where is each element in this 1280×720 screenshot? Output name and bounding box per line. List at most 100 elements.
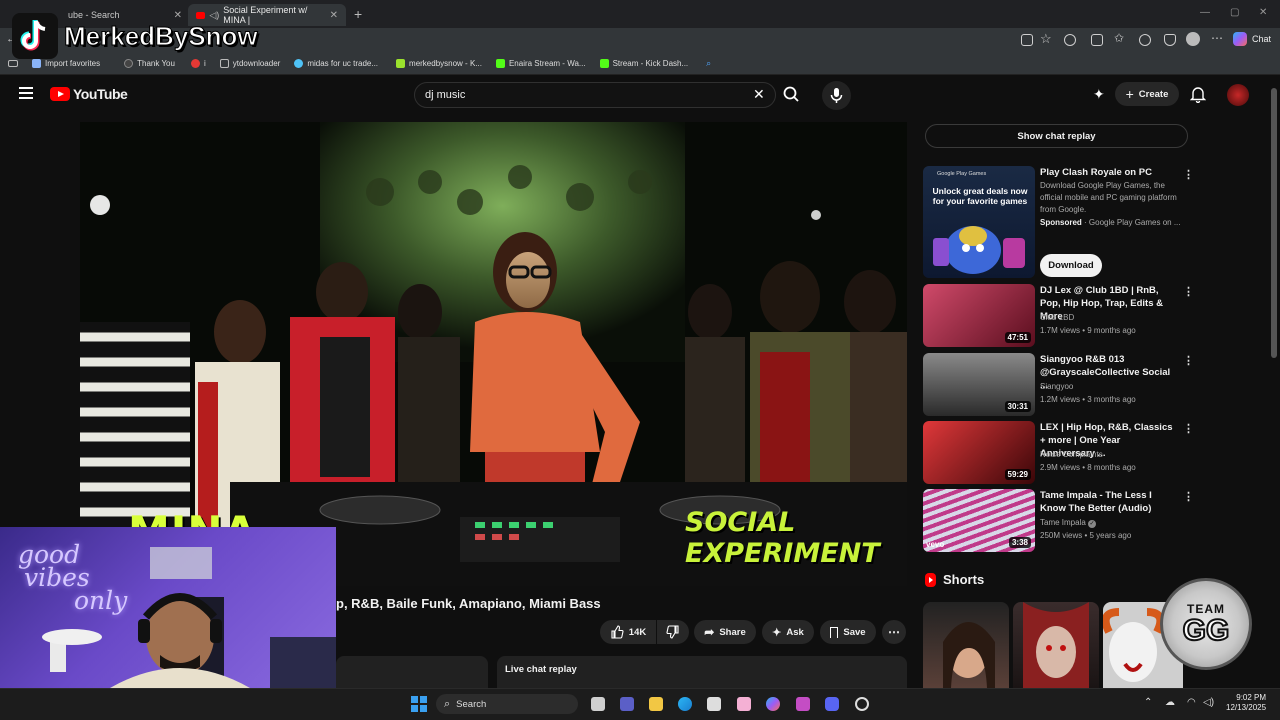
more-actions-button[interactable]: ⋯ xyxy=(882,620,906,644)
save-label: Save xyxy=(843,626,866,638)
scrollbar-thumb[interactable] xyxy=(1271,88,1277,358)
favorites-icon[interactable]: ✩ xyxy=(1114,31,1124,45)
ad-title[interactable]: Play Clash Royale on PC xyxy=(1040,166,1175,179)
reading-list-icon[interactable] xyxy=(8,60,18,67)
extensions-puzzle-icon[interactable] xyxy=(1091,34,1103,46)
channel-name: MerkedBySnow xyxy=(64,20,259,51)
channel-name[interactable]: Siangyoo xyxy=(1040,380,1180,393)
system-clock[interactable]: 9:02 PM 12/13/2025 xyxy=(1226,693,1266,713)
search-input[interactable]: dj music xyxy=(414,82,776,108)
channel-name[interactable]: Noise Complaints xyxy=(1040,448,1180,461)
maximize-icon[interactable]: ▢ xyxy=(1230,7,1239,18)
video-player[interactable]: MINA SOCIAL EXPERIMENT xyxy=(80,122,907,586)
short-thumbnail[interactable] xyxy=(1013,602,1099,688)
bookmark-item[interactable]: ytdownloader xyxy=(219,59,280,68)
ask-button[interactable]: ✦ Ask xyxy=(762,620,814,644)
teams-icon[interactable] xyxy=(620,697,634,711)
gemini-sparkle-icon[interactable]: ✦ xyxy=(1093,86,1105,103)
bookmark-save-icon xyxy=(830,626,839,638)
taskbar-search[interactable]: ⌕ Search xyxy=(436,694,578,714)
description-box[interactable] xyxy=(336,656,488,688)
recommended-video[interactable]: vevo 3:38 Tame Impala - The Less I Know … xyxy=(923,489,1263,553)
bookmark-item[interactable]: i xyxy=(190,59,206,68)
wifi-icon[interactable]: ◠ xyxy=(1187,697,1196,708)
search-icon[interactable]: ⌕ xyxy=(706,58,711,69)
microsoft-store-icon[interactable] xyxy=(707,697,721,711)
folder-icon xyxy=(219,59,229,68)
bookmark-icon xyxy=(294,59,304,68)
video-title[interactable]: Tame Impala - The Less I Know The Better… xyxy=(1040,489,1175,515)
video-thumbnail[interactable]: 59:29 xyxy=(923,421,1035,484)
ad-thumbnail[interactable]: Google Play Games Unlock great deals now… xyxy=(923,166,1035,278)
share-button[interactable]: ➦ Share xyxy=(694,620,756,644)
more-vertical-icon[interactable]: ⋮ xyxy=(1183,490,1194,503)
more-vertical-icon[interactable]: ⋮ xyxy=(1183,168,1194,181)
bookmark-icon xyxy=(124,59,134,68)
bookmark-item[interactable]: Thank You xyxy=(124,59,175,68)
badge-line-2: GG xyxy=(1182,614,1231,647)
browser-essentials-icon[interactable] xyxy=(1164,34,1176,46)
bookmark-item[interactable]: Import favorites xyxy=(32,59,100,68)
favorite-star-icon[interactable]: ☆ xyxy=(1040,31,1052,47)
profile-avatar[interactable] xyxy=(1186,32,1200,46)
page-scrollbar[interactable] xyxy=(1268,76,1280,688)
clash-royale-character-image xyxy=(933,226,1025,274)
show-chat-replay-button[interactable]: Show chat replay xyxy=(925,124,1188,148)
channel-name-row[interactable]: Tame Impala ✓ xyxy=(1040,516,1180,529)
new-tab-button[interactable]: + xyxy=(354,6,362,22)
video-overlay-text-right: SOCIAL EXPERIMENT xyxy=(685,507,880,569)
voice-search-button[interactable] xyxy=(822,81,851,110)
task-view-icon[interactable] xyxy=(591,697,605,711)
hamburger-menu-icon[interactable] xyxy=(19,87,33,99)
short-thumbnail[interactable] xyxy=(923,602,1009,688)
volume-icon[interactable]: ◁) xyxy=(1203,697,1214,708)
google-play-games-label: Google Play Games xyxy=(937,171,987,177)
channel-name[interactable]: Club 1BD xyxy=(1040,311,1180,324)
more-vertical-icon[interactable]: ⋮ xyxy=(1183,422,1194,435)
video-thumbnail[interactable]: 47:51 xyxy=(923,284,1035,347)
slack-icon[interactable] xyxy=(796,697,810,711)
chevron-up-icon[interactable]: ⌃ xyxy=(1144,697,1152,708)
copilot-icon xyxy=(1233,32,1247,46)
minimize-icon[interactable]: — xyxy=(1200,7,1210,18)
extension-icon[interactable] xyxy=(1064,34,1076,46)
split-screen-icon[interactable] xyxy=(1021,34,1033,46)
more-vertical-icon[interactable]: ⋮ xyxy=(1183,354,1194,367)
like-button[interactable]: 14K xyxy=(600,620,656,644)
file-explorer-icon[interactable] xyxy=(649,697,663,711)
edge-browser-icon[interactable] xyxy=(678,697,692,711)
more-vertical-icon[interactable]: ⋮ xyxy=(1183,285,1194,298)
save-button[interactable]: Save xyxy=(820,620,876,644)
bookmark-item[interactable]: merkedbysnow - K... xyxy=(396,59,482,68)
bookmark-item[interactable]: midas for uc trade... xyxy=(294,59,378,68)
recommended-video[interactable]: 30:31 Siangyoo R&B 013 @GrayscaleCollect… xyxy=(923,353,1263,417)
video-thumbnail[interactable]: vevo 3:38 xyxy=(923,489,1035,552)
app-icon[interactable] xyxy=(737,697,751,711)
close-icon[interactable]: ✕ xyxy=(330,10,338,21)
discord-icon[interactable] xyxy=(825,697,839,711)
recommended-video[interactable]: 47:51 DJ Lex @ Club 1BD | RnB, Pop, Hip … xyxy=(923,284,1263,348)
history-icon[interactable] xyxy=(1139,34,1151,46)
copilot-chat-button[interactable]: Chat xyxy=(1233,32,1271,46)
windows-start-icon[interactable] xyxy=(411,696,427,712)
clear-search-icon[interactable]: ✕ xyxy=(753,86,765,103)
shorts-icon xyxy=(925,572,936,587)
create-button[interactable]: + Create xyxy=(1115,82,1179,106)
dislike-button[interactable] xyxy=(657,620,689,644)
live-chat-replay-panel[interactable]: Live chat replay xyxy=(497,656,907,688)
recommended-video[interactable]: 59:29 LEX | Hip Hop, R&B, Classics + mor… xyxy=(923,421,1263,485)
bookmark-item[interactable]: Enaira Stream - Wa... xyxy=(495,59,586,68)
sponsored-ad[interactable]: Google Play Games Unlock great deals now… xyxy=(923,166,1263,281)
ad-download-button[interactable]: Download xyxy=(1040,254,1102,277)
youtube-logo[interactable]: YouTube xyxy=(50,86,128,102)
search-button[interactable] xyxy=(776,82,808,108)
more-menu-icon[interactable]: ⋯ xyxy=(1211,31,1223,45)
close-window-icon[interactable]: ✕ xyxy=(1259,7,1267,18)
app-icon[interactable] xyxy=(855,697,869,711)
account-avatar[interactable] xyxy=(1227,84,1249,106)
tray-app-icon[interactable]: ☁ xyxy=(1165,697,1175,708)
copilot-taskbar-icon[interactable] xyxy=(766,697,780,711)
video-thumbnail[interactable]: 30:31 xyxy=(923,353,1035,416)
notifications-bell-icon[interactable] xyxy=(1189,85,1207,108)
bookmark-item[interactable]: Stream - Kick Dash... xyxy=(599,59,688,68)
